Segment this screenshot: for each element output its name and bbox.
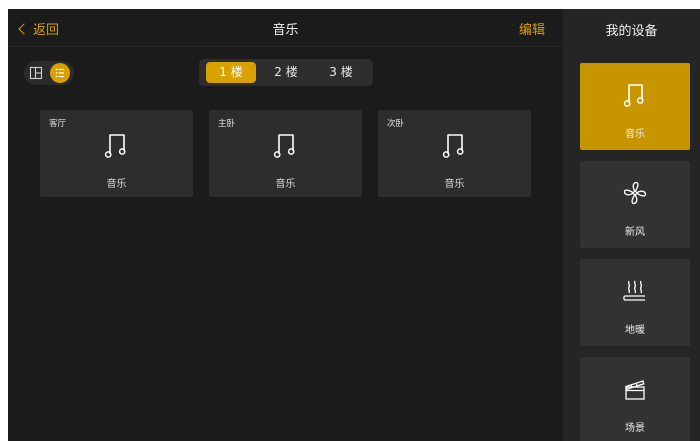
sidebar-item-floor-heating[interactable]: 地暖 [580,259,690,346]
music-note-icon [104,134,126,158]
room-name: 次卧 [387,119,405,129]
sidebar-item-scene[interactable]: 场景 [580,357,690,441]
room-card-second-bedroom[interactable]: 次卧 音乐 [378,110,531,197]
view-mode-toggle[interactable] [24,61,74,85]
grid-view-icon[interactable] [29,66,43,80]
list-view-icon [55,68,64,78]
room-name: 客厅 [49,119,67,129]
fan-icon [623,181,647,205]
sidebar-item-label: 新风 [625,227,645,238]
room-card-master-bedroom[interactable]: 主卧 音乐 [209,110,362,197]
sidebar-item-music[interactable]: 音乐 [580,63,690,150]
floor-heating-icon [623,280,645,301]
floor-tabs: 1 楼 2 楼 3 楼 [199,59,373,86]
room-card-living-room[interactable]: 客厅 音乐 [40,110,193,197]
room-name: 主卧 [218,119,236,129]
edit-button[interactable]: 编辑 [519,19,545,38]
tab-floor-2[interactable]: 2 楼 [261,62,311,83]
device-sidebar: 我的设备 音乐 新风 地暖 场景 [563,9,700,441]
sidebar-item-label: 场景 [625,423,645,434]
sidebar-item-label: 地暖 [625,325,645,336]
main-panel: 返回 音乐 编辑 1 楼 2 楼 3 楼 客厅 音乐 主卧 音乐 次卧 音乐 [8,9,563,441]
device-label: 音乐 [106,179,127,190]
sidebar-item-label: 音乐 [625,129,645,140]
device-label: 音乐 [444,179,465,190]
device-label: 音乐 [275,179,296,190]
tab-floor-3[interactable]: 3 楼 [316,62,366,83]
sidebar-item-fresh-air[interactable]: 新风 [580,161,690,248]
clapperboard-icon [625,380,645,400]
top-bar: 返回 音乐 编辑 [8,9,563,47]
music-note-icon [442,134,464,158]
music-note-icon [273,134,295,158]
list-view-button[interactable] [50,63,70,83]
music-note-icon [623,84,644,107]
sidebar-title: 我的设备 [605,24,658,39]
page-title: 音乐 [272,23,299,38]
tab-floor-1[interactable]: 1 楼 [206,62,256,83]
app-window: 返回 音乐 编辑 1 楼 2 楼 3 楼 客厅 音乐 主卧 音乐 次卧 音乐 我… [8,9,700,441]
